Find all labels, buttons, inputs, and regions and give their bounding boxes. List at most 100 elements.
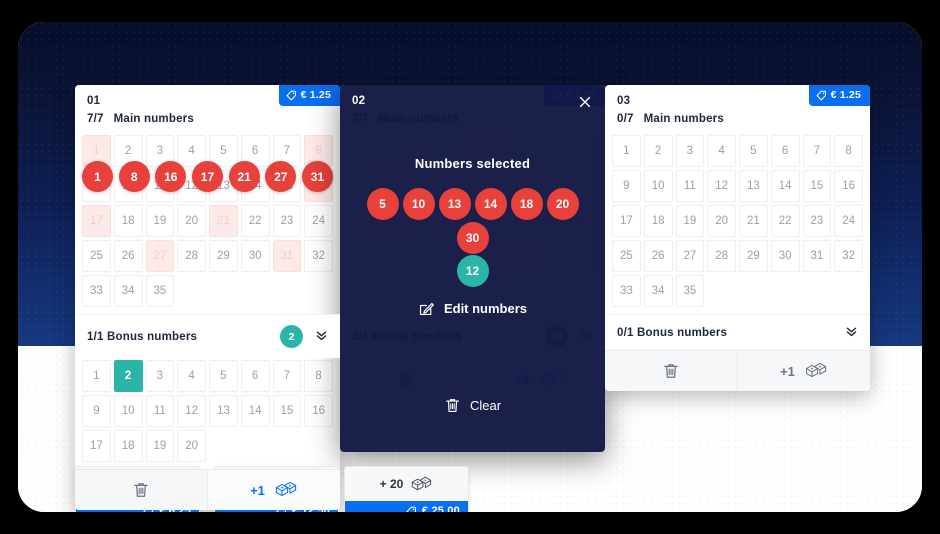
number-cell-23[interactable]: 23 (802, 205, 832, 237)
number-cell-7[interactable]: 7 (272, 135, 302, 167)
number-cell-10[interactable]: 10 (113, 395, 143, 427)
main-number-grid[interactable]: 1 2 3 4 5 6 7 8 9 10 11 12 13 14 15 16 17 18 19 20 21 22 23 24 2… (605, 133, 870, 314)
main-number-grid[interactable]: 1 8 16 17 21 27 31 1 2 3 4 5 6 7 8 9 10 11 12 13 14 15 16 17 18… (75, 133, 340, 314)
number-cell-29[interactable]: 29 (209, 240, 238, 272)
number-cell-30[interactable]: 30 (770, 240, 800, 272)
number-cell-27[interactable]: 27 (675, 240, 705, 272)
number-cell-5[interactable]: 5 (739, 135, 768, 167)
number-cell-20[interactable]: 20 (177, 430, 206, 462)
number-cell-25[interactable]: 25 (82, 240, 111, 272)
number-cell-16[interactable]: 16 (304, 170, 333, 202)
number-cell-6[interactable]: 6 (770, 135, 800, 167)
number-cell-24[interactable]: 24 (834, 205, 863, 237)
number-cell-11[interactable]: 11 (145, 395, 175, 427)
number-cell-19[interactable]: 19 (145, 430, 175, 462)
number-cell-4[interactable]: 4 (177, 135, 206, 167)
quick-pick-20[interactable]: + 20 € 25.00 (344, 466, 469, 512)
number-cell-15[interactable]: 15 (272, 395, 302, 427)
number-cell-34[interactable]: 34 (113, 275, 143, 307)
number-cell-7[interactable]: 7 (272, 360, 302, 392)
number-cell-33[interactable]: 33 (82, 275, 111, 307)
number-cell-3[interactable]: 3 (145, 135, 175, 167)
number-cell-19[interactable]: 19 (675, 205, 705, 237)
number-cell-8[interactable]: 8 (304, 135, 333, 167)
ticket-card-02-modal[interactable]: 02 7/7Main numbers € 1.25 12345678910111… (340, 85, 605, 452)
add-ticket-button[interactable]: +1 (207, 470, 340, 510)
number-cell-17[interactable]: 17 (82, 430, 111, 462)
number-cell-28[interactable]: 28 (177, 240, 206, 272)
number-cell-6[interactable]: 6 (240, 135, 270, 167)
number-cell-15[interactable]: 15 (802, 170, 832, 202)
ticket-card-01[interactable]: 01 7/7 Main numbers € 1.25 1 8 16 17 21 27 31 1… (75, 85, 340, 510)
number-cell-10[interactable]: 10 (113, 170, 143, 202)
number-cell-25[interactable]: 25 (612, 240, 641, 272)
number-cell-12[interactable]: 12 (177, 395, 206, 427)
number-cell-28[interactable]: 28 (707, 240, 736, 272)
close-button[interactable] (576, 93, 594, 111)
number-cell-10[interactable]: 10 (643, 170, 673, 202)
number-cell-15[interactable]: 15 (272, 170, 302, 202)
number-cell-27[interactable]: 27 (145, 240, 175, 272)
number-cell-34[interactable]: 34 (643, 275, 673, 307)
number-cell-11[interactable]: 11 (675, 170, 705, 202)
number-cell-14[interactable]: 14 (770, 170, 800, 202)
clear-button[interactable] (75, 470, 207, 510)
number-cell-3[interactable]: 3 (675, 135, 705, 167)
number-cell-19[interactable]: 19 (145, 205, 175, 237)
number-cell-18[interactable]: 18 (113, 430, 143, 462)
number-cell-6[interactable]: 6 (240, 360, 270, 392)
number-cell-5[interactable]: 5 (209, 135, 238, 167)
number-cell-32[interactable]: 32 (304, 240, 333, 272)
add-ticket-button[interactable]: +1 (737, 351, 870, 391)
number-cell-12[interactable]: 12 (177, 170, 206, 202)
number-cell-23[interactable]: 23 (272, 205, 302, 237)
number-cell-5[interactable]: 5 (209, 360, 238, 392)
number-cell-11[interactable]: 11 (145, 170, 175, 202)
number-cell-14[interactable]: 14 (240, 395, 270, 427)
number-cell-9[interactable]: 9 (82, 170, 111, 202)
number-cell-18[interactable]: 18 (113, 205, 143, 237)
number-cell-16[interactable]: 16 (304, 395, 333, 427)
number-cell-8[interactable]: 8 (834, 135, 863, 167)
number-cell-13[interactable]: 13 (209, 395, 238, 427)
chevron-double-down-icon[interactable] (845, 325, 858, 340)
number-cell-16[interactable]: 16 (834, 170, 863, 202)
bonus-numbers-bar[interactable]: 1/1 Bonus numbers 2 (75, 314, 340, 358)
number-cell-20[interactable]: 20 (177, 205, 206, 237)
number-cell-33[interactable]: 33 (612, 275, 641, 307)
number-cell-17[interactable]: 17 (612, 205, 641, 237)
number-cell-1[interactable]: 1 (612, 135, 641, 167)
number-cell-13[interactable]: 13 (739, 170, 768, 202)
number-cell-8[interactable]: 8 (304, 360, 333, 392)
number-cell-26[interactable]: 26 (643, 240, 673, 272)
number-cell-7[interactable]: 7 (802, 135, 832, 167)
number-cell-13[interactable]: 13 (209, 170, 238, 202)
number-cell-18[interactable]: 18 (643, 205, 673, 237)
number-cell-1[interactable]: 1 (82, 360, 111, 392)
number-cell-3[interactable]: 3 (145, 360, 175, 392)
number-cell-14[interactable]: 14 (240, 170, 270, 202)
bonus-numbers-bar[interactable]: 0/1 Bonus numbers (605, 314, 870, 350)
number-cell-35[interactable]: 35 (675, 275, 705, 307)
chevron-double-down-icon[interactable] (315, 329, 328, 344)
edit-numbers-button[interactable]: Edit numbers (340, 300, 605, 317)
number-cell-12[interactable]: 12 (707, 170, 736, 202)
number-cell-1[interactable]: 1 (82, 135, 111, 167)
number-cell-31[interactable]: 31 (802, 240, 832, 272)
number-cell-21[interactable]: 21 (739, 205, 768, 237)
number-cell-24[interactable]: 24 (304, 205, 333, 237)
number-cell-29[interactable]: 29 (739, 240, 768, 272)
clear-numbers-button[interactable]: Clear (340, 397, 605, 414)
number-cell-35[interactable]: 35 (145, 275, 175, 307)
number-cell-20[interactable]: 20 (707, 205, 736, 237)
number-cell-22[interactable]: 22 (770, 205, 800, 237)
number-cell-21[interactable]: 21 (209, 205, 238, 237)
number-cell-22[interactable]: 22 (240, 205, 270, 237)
number-cell-30[interactable]: 30 (240, 240, 270, 272)
number-cell-2[interactable]: 2 (113, 135, 143, 167)
number-cell-17[interactable]: 17 (82, 205, 111, 237)
number-cell-4[interactable]: 4 (177, 360, 206, 392)
number-cell-9[interactable]: 9 (82, 395, 111, 427)
number-cell-26[interactable]: 26 (113, 240, 143, 272)
number-cell-4[interactable]: 4 (707, 135, 736, 167)
